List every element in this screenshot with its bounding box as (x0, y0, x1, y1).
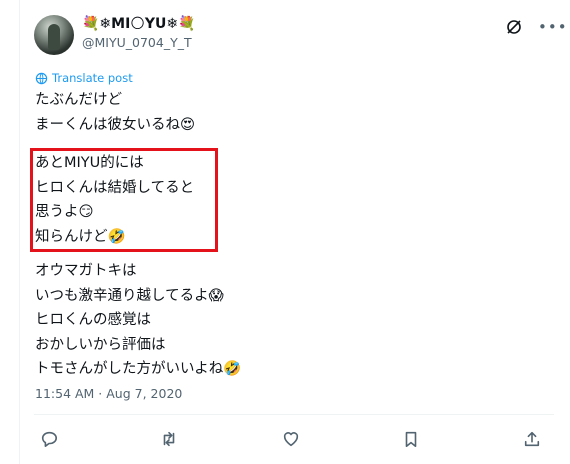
post-timestamp[interactable]: 11:54 AM · Aug 7, 2020 (35, 386, 182, 401)
divider (34, 414, 554, 415)
repost-icon[interactable] (160, 430, 180, 450)
text-line: まーくんは彼女いるね😍 (35, 116, 196, 133)
author-name[interactable]: 💐❄MI🌕YU❄💐 (82, 15, 196, 33)
text-line: トモさんがした方がいいよね🤣 (35, 361, 242, 377)
text-line: おかしいから評価は (35, 336, 166, 353)
text-line: たぶんだけど (35, 92, 122, 108)
translate-post-link[interactable]: Translate post (35, 71, 133, 85)
globe-icon (35, 72, 48, 84)
post-card: 💐❄MI🌕YU❄💐 @MIYU_0704_Y_T ••• Translate p… (19, 0, 570, 464)
text-line: いつも激辛通り越してるよ😱 (35, 287, 224, 304)
author-handle[interactable]: @MIYU_0704_Y_T (82, 35, 192, 50)
bookmark-icon[interactable] (402, 430, 422, 450)
avatar[interactable] (34, 15, 74, 55)
grok-icon[interactable] (506, 19, 522, 35)
translate-label: Translate post (52, 71, 133, 85)
post-paragraph-1: たぶんだけど まーくんは彼女いるね😍 (35, 88, 195, 137)
highlight-box (30, 148, 218, 252)
post-paragraph-3: オウマガトキは いつも激辛通り越してるよ😱 ヒロくんの感覚は おかしいから評価は… (35, 259, 241, 382)
text-line: オウマガトキは (35, 263, 137, 279)
more-options-icon[interactable]: ••• (538, 18, 568, 36)
share-icon[interactable] (523, 430, 543, 450)
text-line: ヒロくんの感覚は (35, 312, 151, 328)
reply-icon[interactable] (40, 430, 60, 450)
like-icon[interactable] (282, 430, 302, 450)
